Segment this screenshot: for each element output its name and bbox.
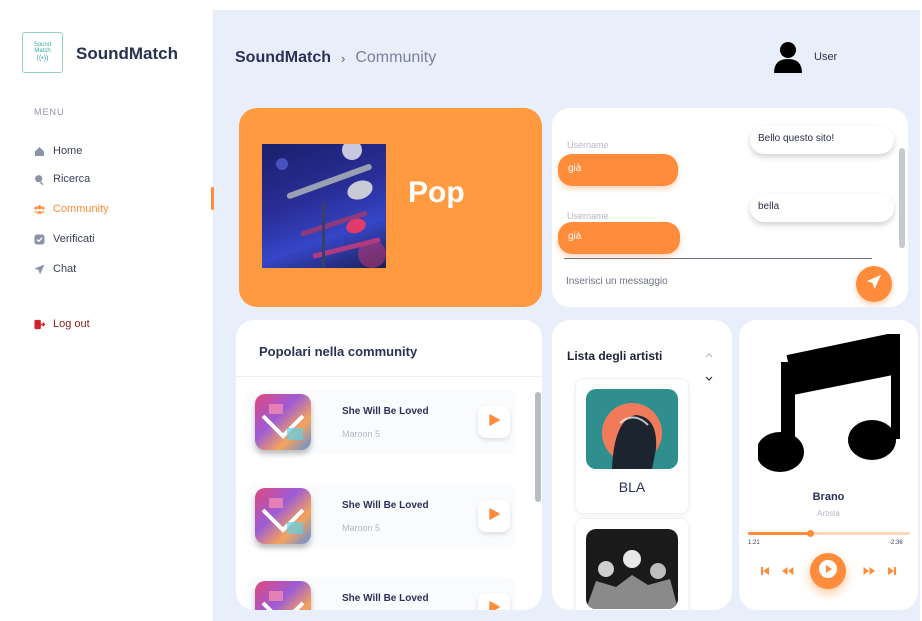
user-name[interactable]: User [814,51,837,63]
song-row[interactable]: She Will Be Loved [246,577,516,610]
chat-username: Username [567,140,609,150]
sidebar-item-label: Chat [53,263,77,275]
sidebar-item-label: Community [53,203,109,215]
fast-forward-button[interactable] [863,563,876,581]
artist-card[interactable]: BLA [575,378,689,514]
search-icon [34,174,45,185]
chat-username: Username [567,211,609,221]
skip-back-button[interactable] [760,563,770,581]
skip-forward-button[interactable] [887,563,897,581]
play-icon [488,600,500,610]
chevron-up-icon [705,345,713,363]
play-button[interactable] [478,500,510,532]
send-icon [866,274,882,295]
chat-message: già [558,222,680,254]
artist-photo [586,529,678,609]
breadcrumb-current: Community [355,49,437,66]
breadcrumb: SoundMatch › Community [235,49,436,67]
breadcrumb-separator: › [341,50,346,66]
breadcrumb-root[interactable]: SoundMatch [235,49,331,67]
sidebar-item-label: Ricerca [53,173,91,185]
track-artist: Artista [817,509,840,518]
song-artist: Maroon 5 [342,429,381,439]
artist-photo [586,389,678,469]
progress-fill [748,532,810,535]
song-artist: Maroon 5 [342,523,381,533]
play-pause-button[interactable] [810,553,846,589]
active-indicator [211,187,214,210]
sound-wave-icon: ((•)) [36,55,49,62]
app-frame: Sound Match ((•)) SoundMatch MENU Home R… [9,10,920,621]
logout-button[interactable]: Log out [34,314,90,334]
artist-card[interactable] [575,518,689,610]
home-icon [34,146,45,157]
song-title: She Will Be Loved [342,500,429,511]
logout-label: Log out [53,318,90,330]
sidebar-item-chat[interactable]: Chat [34,259,76,279]
verified-icon [34,234,45,245]
chat-scrollbar[interactable] [899,148,905,248]
sidebar-item-verificati[interactable]: Verificati [34,229,95,249]
chat-message: già [558,154,678,186]
time-total: -2:36 [889,540,903,546]
song-title: She Will Be Loved [342,406,429,417]
send-icon [34,264,45,275]
music-note-icon [756,330,905,474]
artist-name: BLA [618,479,646,495]
genre-card[interactable]: Pop [239,108,542,307]
chat-input-divider [564,258,872,259]
play-button[interactable] [478,593,510,610]
logout-icon [34,319,45,330]
microphone-photo [262,144,386,268]
album-cover [255,394,311,450]
user-avatar-icon[interactable] [773,41,803,73]
popular-panel: Popolari nella community She Will Be Lov… [236,320,542,610]
skip-next-icon [887,563,897,581]
sidebar-item-label: Home [53,145,83,157]
divider [236,376,542,377]
chat-reply: Bello questo sito! [750,126,894,154]
song-row[interactable]: She Will Be Loved Maroon 5 [246,484,516,548]
artists-panel: Lista degli artisti BLA [552,320,732,610]
sort-toggle[interactable] [702,345,716,381]
menu-label: MENU [34,107,65,117]
album-cover [255,488,311,544]
brand-name: SoundMatch [76,44,178,63]
community-icon [34,204,45,215]
send-button[interactable] [856,266,892,302]
sidebar-item-community[interactable]: Community [34,199,109,219]
chat-reply: bella [750,194,894,222]
app-logo[interactable]: Sound Match ((•)) [22,32,63,73]
chat-panel: Username già Bello questo sito! Username… [552,108,908,307]
player-panel: Brano Artista 1:21 -2:36 [739,320,918,610]
song-title: She Will Be Loved [342,593,429,604]
popular-scrollbar[interactable] [535,392,541,502]
sidebar-item-label: Verificati [53,233,95,245]
artists-title: Lista degli artisti [567,349,663,363]
message-input[interactable] [566,276,846,287]
sidebar-item-ricerca[interactable]: Ricerca [34,169,90,189]
popular-title: Popolari nella community [259,344,418,359]
play-icon [818,559,838,584]
play-icon [488,413,500,431]
chevron-down-icon [705,369,713,387]
song-row[interactable]: She Will Be Loved Maroon 5 [246,390,516,454]
genre-title: Pop [408,176,465,209]
sidebar: Sound Match ((•)) SoundMatch MENU Home R… [9,10,214,621]
progress-bar[interactable] [748,530,910,537]
sidebar-item-home[interactable]: Home [34,141,82,161]
rewind-icon [781,563,794,581]
album-cover [255,581,311,610]
rewind-button[interactable] [781,563,794,581]
time-current: 1:21 [748,540,760,546]
fast-forward-icon [863,563,876,581]
skip-previous-icon [760,563,770,581]
track-title: Brano [812,491,845,503]
play-icon [488,507,500,525]
progress-handle[interactable] [806,530,814,537]
play-button[interactable] [478,406,510,438]
